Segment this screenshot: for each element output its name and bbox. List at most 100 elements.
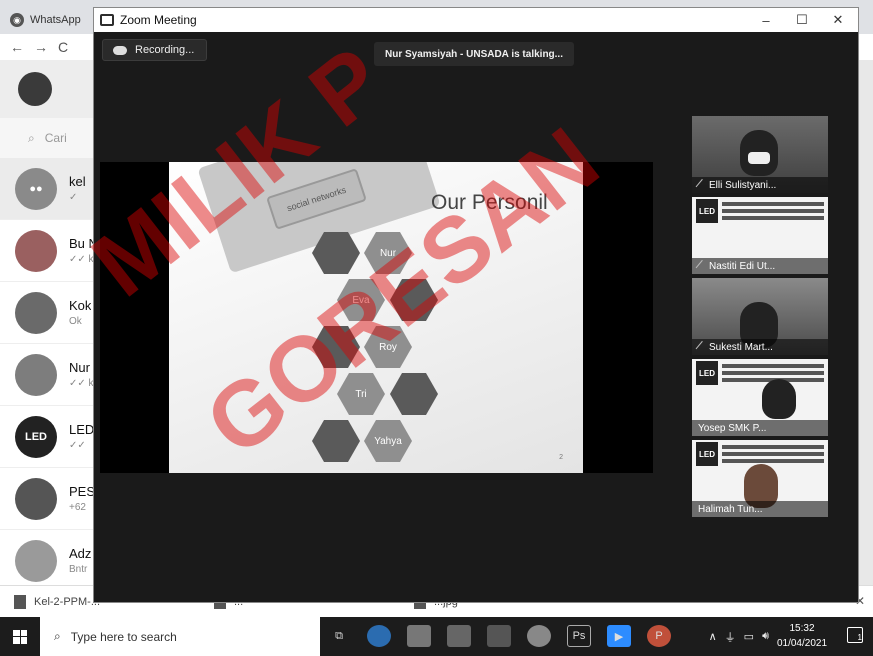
- clock-date: 01/04/2021: [776, 638, 828, 649]
- minimize-button[interactable]: –: [748, 8, 784, 32]
- list-item[interactable]: Bu N ✓✓ k: [0, 220, 100, 282]
- zoom-app-icon[interactable]: ▶: [607, 625, 631, 647]
- browser-tab-label: WhatsApp: [30, 14, 81, 26]
- list-item[interactable]: Kok Ok: [0, 282, 100, 344]
- chat-name: Kok: [69, 298, 92, 313]
- file-icon: [14, 594, 26, 609]
- list-item[interactable]: LED LED ✓✓: [0, 406, 100, 468]
- file-explorer-icon[interactable]: [407, 625, 431, 647]
- chevron-up-icon[interactable]: ∧: [709, 630, 717, 643]
- notification-icon[interactable]: 1: [847, 627, 863, 643]
- browser-tab-whatsapp[interactable]: ◉ WhatsApp: [10, 6, 90, 34]
- face-mask-image: [748, 152, 770, 164]
- clock[interactable]: 15:32 01/04/2021: [771, 621, 833, 651]
- volume-icon[interactable]: 🔊︎: [762, 630, 769, 643]
- list-item[interactable]: Nur ✓✓ k: [0, 344, 100, 406]
- chat-preview: ✓✓ k: [69, 378, 94, 389]
- list-item[interactable]: Adz Bntr: [0, 530, 100, 592]
- member-hex: Roy: [364, 326, 412, 368]
- maximize-button[interactable]: ☐: [784, 8, 820, 32]
- participant-video: [762, 379, 796, 419]
- avatar: [15, 539, 57, 582]
- recording-indicator[interactable]: Recording...: [102, 39, 207, 61]
- download-name: Kel-2-PPM-...: [34, 595, 101, 608]
- taskbar-search-placeholder: Type here to search: [70, 629, 177, 644]
- participant-name: Sukesti Mart...: [709, 341, 773, 353]
- taskbar-search-input[interactable]: ⌕ Type here to search: [40, 617, 320, 656]
- reload-icon[interactable]: C: [58, 39, 68, 55]
- chat-name: LED: [69, 422, 95, 437]
- browser-scroll-area: [858, 60, 873, 585]
- mail-icon[interactable]: [487, 625, 511, 647]
- store-icon[interactable]: [447, 625, 471, 647]
- close-button[interactable]: ✕: [820, 8, 856, 32]
- chat-preview: ✓: [69, 192, 78, 203]
- network-icon[interactable]: ▭: [744, 630, 754, 643]
- chat-name: PES: [69, 484, 96, 499]
- mic-muted-icon: [695, 340, 708, 354]
- edge-icon[interactable]: [367, 625, 391, 647]
- windows-logo-icon: [13, 629, 27, 644]
- list-item[interactable]: PES +62: [0, 468, 100, 530]
- chat-preview: +62: [69, 502, 86, 513]
- avatar: [15, 353, 57, 396]
- member-photo: [390, 373, 438, 415]
- group-avatar-icon: ●●: [15, 167, 57, 210]
- whatsapp-header: [0, 60, 100, 118]
- system-tray: ∧ ⏚ ▭ 🔊︎: [709, 617, 769, 656]
- zoom-window: Zoom Meeting – ☐ ✕ Recording... Nur Syam…: [93, 7, 859, 603]
- participant-tile[interactable]: LED Yosep SMK P...: [692, 359, 828, 436]
- chat-preview: Ok: [69, 316, 82, 327]
- led-logo-icon: LED: [15, 415, 57, 458]
- member-photo: [390, 279, 438, 321]
- member-photo: [312, 326, 360, 368]
- forward-icon[interactable]: →: [34, 39, 48, 55]
- presentation-slide: social networks Our Personil Nur Eva Roy…: [169, 162, 583, 473]
- whatsapp-icon: ◉: [10, 13, 24, 27]
- recording-label: Recording...: [135, 44, 195, 56]
- member-hex: Yahya: [364, 420, 412, 462]
- participant-name: Halimah Tun...: [698, 503, 763, 515]
- mic-muted-icon: [695, 178, 708, 192]
- member-hex: Tri: [337, 373, 385, 415]
- whatsapp-chat-list: ⌕ Cari ●● kel ✓ Bu N ✓✓ k Kok Ok Nur ✓✓ k LE…: [0, 60, 100, 592]
- task-view-icon[interactable]: ⧉: [327, 625, 351, 647]
- chrome-icon[interactable]: [527, 625, 551, 647]
- avatar: [15, 477, 57, 520]
- chat-name: Adz: [69, 546, 92, 561]
- mic-muted-icon: [695, 259, 708, 273]
- chat-preview: ✓✓: [69, 440, 86, 451]
- member-hex: Eva: [337, 279, 385, 321]
- zoom-logo-icon: [100, 14, 114, 26]
- avatar[interactable]: [18, 72, 52, 106]
- member-hex: Nur: [364, 232, 412, 274]
- shared-screen: social networks Our Personil Nur Eva Roy…: [100, 162, 653, 473]
- chat-search[interactable]: ⌕ Cari: [0, 118, 100, 158]
- start-button[interactable]: [0, 617, 40, 656]
- participant-name: Nastiti Edi Ut...: [709, 260, 776, 272]
- participant-background: LED: [692, 199, 828, 227]
- usb-icon[interactable]: ⏚: [725, 629, 736, 645]
- chat-name: kel: [69, 174, 86, 189]
- avatar: [15, 291, 57, 334]
- chat-search-placeholder: Cari: [44, 131, 67, 145]
- powerpoint-icon[interactable]: P: [647, 625, 671, 647]
- slide-page-number: 2: [559, 454, 563, 461]
- avatar: [15, 229, 57, 272]
- participant-tile[interactable]: LED Halimah Tun...: [692, 440, 828, 517]
- photoshop-icon[interactable]: Ps: [567, 625, 591, 647]
- chat-preview: Bntr: [69, 564, 88, 575]
- participant-background: LED: [692, 361, 828, 389]
- windows-taskbar: ⌕ Type here to search ⧉ Ps ▶ P ∧ ⏚ ▭ 🔊︎ …: [0, 617, 873, 656]
- participant-tile[interactable]: LED Nastiti Edi Ut...: [692, 197, 828, 274]
- member-photo: [312, 420, 360, 462]
- chat-name: Nur: [69, 360, 90, 375]
- back-icon[interactable]: ←: [10, 39, 24, 55]
- zoom-title-bar: Zoom Meeting – ☐ ✕: [94, 8, 858, 32]
- participant-tile[interactable]: Sukesti Mart...: [692, 278, 828, 355]
- cloud-icon: [113, 45, 127, 55]
- participant-name: Yosep SMK P...: [698, 422, 767, 434]
- window-title: Zoom Meeting: [120, 13, 197, 27]
- participant-tile[interactable]: Elli Sulistyani...: [692, 116, 828, 193]
- list-item[interactable]: ●● kel ✓: [0, 158, 100, 220]
